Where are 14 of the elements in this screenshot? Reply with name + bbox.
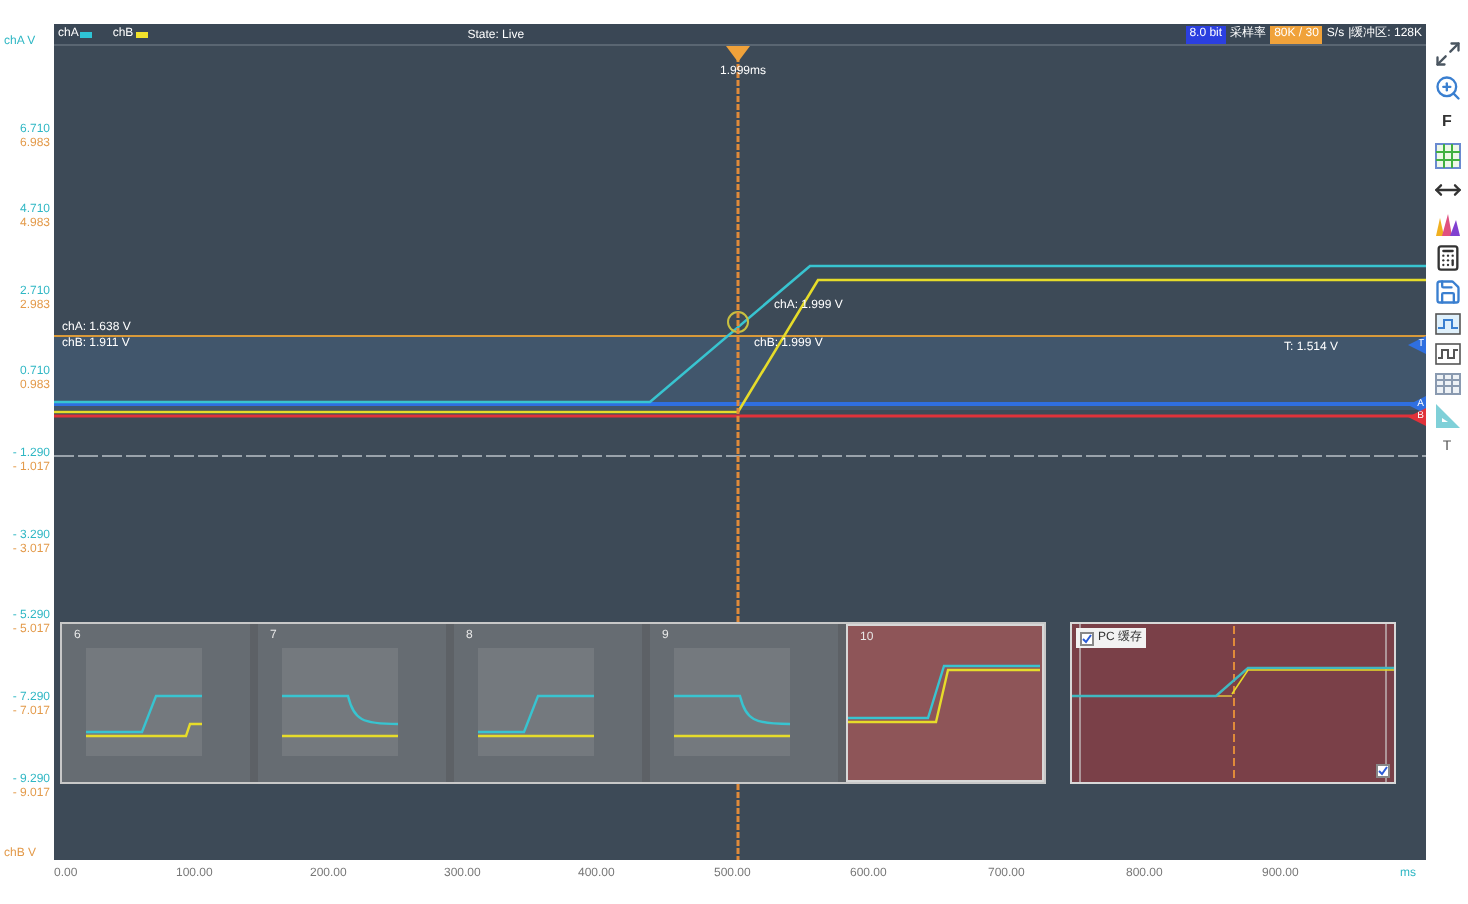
toolbar-f-button[interactable]: F — [1442, 108, 1452, 136]
histogram-icon[interactable] — [1433, 210, 1461, 238]
waveform-preview — [674, 648, 790, 756]
checkbox[interactable] — [1376, 764, 1390, 778]
square-wave-icon[interactable] — [1433, 342, 1461, 366]
save-icon[interactable] — [1433, 278, 1461, 306]
screen-wave-icon[interactable] — [1433, 312, 1461, 336]
waveform-preview — [86, 648, 202, 756]
calculator-icon[interactable] — [1433, 244, 1461, 272]
waveform-preview — [478, 648, 594, 756]
waveform-preview — [282, 648, 398, 756]
fullscreen-icon[interactable] — [1433, 40, 1461, 68]
pc-cache-checkbox[interactable] — [1080, 631, 1094, 645]
search-icon[interactable] — [1433, 74, 1461, 102]
